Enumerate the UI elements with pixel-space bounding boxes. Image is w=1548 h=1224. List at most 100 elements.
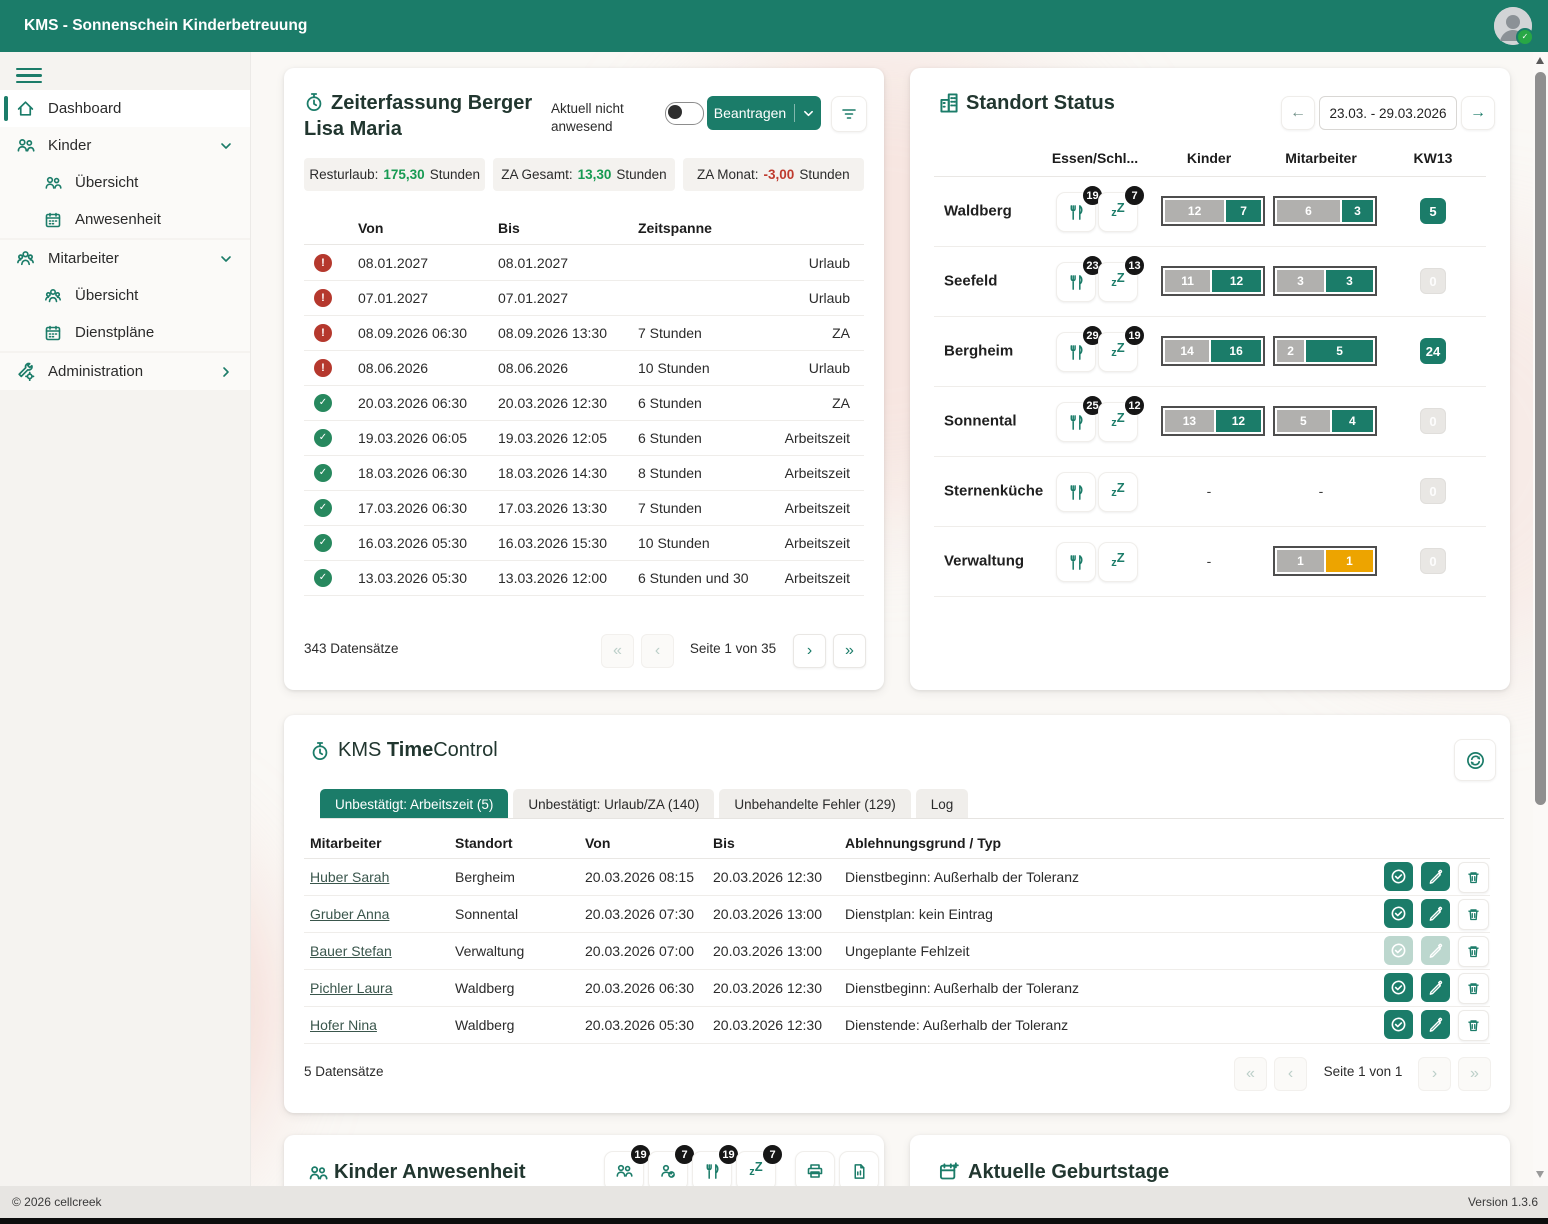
last-page-icon[interactable]: » bbox=[833, 634, 866, 668]
beantragen-button[interactable]: Beantragen bbox=[707, 96, 821, 130]
delete-button[interactable] bbox=[1458, 1010, 1489, 1041]
edit-button[interactable] bbox=[1421, 899, 1450, 928]
approve-button[interactable] bbox=[1384, 899, 1413, 928]
sidebar-item-administration[interactable]: Administration bbox=[0, 353, 250, 390]
anwesenheit-title: Kinder Anwesenheit bbox=[334, 1161, 526, 1184]
sidebar-item-kinder-uebersicht[interactable]: Übersicht bbox=[0, 164, 250, 201]
table-row[interactable]: ✓16.03.2026 05:3016.03.2026 15:3010 Stun… bbox=[304, 525, 864, 561]
tab-unbehandelte-fehler[interactable]: Unbehandelte Fehler (129) bbox=[719, 789, 910, 819]
fork-knife-icon bbox=[704, 1163, 721, 1180]
employee-link[interactable]: Gruber Anna bbox=[310, 906, 389, 922]
document-icon bbox=[851, 1163, 868, 1180]
sleep-count-button[interactable]: zZ bbox=[1098, 472, 1138, 512]
scroll-up-icon[interactable] bbox=[1536, 57, 1544, 64]
bottom-edge bbox=[0, 1218, 1548, 1224]
tab-unbestaetigt-arbeitszeit[interactable]: Unbestätigt: Arbeitszeit (5) bbox=[320, 789, 508, 819]
scrollbar-thumb[interactable] bbox=[1535, 72, 1546, 805]
standort-row: Bergheim 29 zZ19 1416 25 24 bbox=[934, 316, 1486, 387]
next-page-icon[interactable]: › bbox=[793, 634, 826, 668]
table-row[interactable]: !08.01.202708.01.2027Urlaub bbox=[304, 245, 864, 281]
kw-badge: 24 bbox=[1420, 338, 1446, 364]
presence-toggle[interactable] bbox=[665, 102, 704, 125]
sidebar-item-mitarbeiter-uebersicht[interactable]: Übersicht bbox=[0, 277, 250, 314]
timecontrol-table-header: Mitarbeiter Standort Von Bis Ablehnungsg… bbox=[304, 827, 1490, 859]
approve-button[interactable] bbox=[1384, 862, 1413, 891]
online-status-dot: ✓ bbox=[1516, 28, 1534, 46]
sleep-count-button[interactable]: zZ13 bbox=[1098, 262, 1138, 302]
first-page-icon[interactable]: « bbox=[1234, 1057, 1267, 1091]
table-row[interactable]: ✓19.03.2026 06:0519.03.2026 12:056 Stund… bbox=[304, 420, 864, 456]
delete-button[interactable] bbox=[1458, 899, 1489, 930]
tab-log[interactable]: Log bbox=[916, 789, 969, 819]
dashboard-page: KMS - Sonnenschein Kinderbetreuung ✓ Das… bbox=[0, 0, 1548, 1224]
stat-za-monat: ZA Monat:-3,00Stunden bbox=[683, 158, 864, 191]
count-badge: 19 bbox=[1124, 325, 1145, 346]
meal-count-button[interactable]: 25 bbox=[1056, 402, 1096, 442]
edit-button[interactable] bbox=[1421, 1010, 1450, 1039]
date-range-picker[interactable]: 23.03. - 29.03.2026 bbox=[1319, 96, 1457, 130]
prev-page-icon[interactable]: ‹ bbox=[641, 634, 674, 668]
table-row[interactable]: ✓13.03.2026 05:3013.03.2026 12:006 Stund… bbox=[304, 560, 864, 596]
delete-button[interactable] bbox=[1458, 862, 1489, 893]
confirmed-count-button[interactable]: 7 bbox=[648, 1151, 688, 1191]
record-count: 343 Datensätze bbox=[304, 641, 399, 656]
employee-link[interactable]: Pichler Laura bbox=[310, 980, 393, 996]
meal-count-button[interactable]: 29 bbox=[1056, 332, 1096, 372]
refresh-button[interactable] bbox=[1454, 739, 1496, 781]
user-avatar[interactable]: ✓ bbox=[1494, 7, 1532, 45]
column-bis: Bis bbox=[713, 835, 735, 851]
menu-toggle-icon[interactable] bbox=[16, 64, 42, 84]
staff-group-icon bbox=[16, 249, 35, 268]
approve-button[interactable] bbox=[1384, 1010, 1413, 1039]
meal-count-button[interactable] bbox=[1056, 542, 1096, 582]
scroll-down-icon[interactable] bbox=[1536, 1171, 1544, 1178]
prev-week-button[interactable]: ← bbox=[1281, 96, 1315, 130]
vertical-scrollbar[interactable] bbox=[1533, 52, 1548, 1186]
sleep-count-button[interactable]: zZ19 bbox=[1098, 332, 1138, 372]
table-row[interactable]: ✓17.03.2026 06:3017.03.2026 13:307 Stund… bbox=[304, 490, 864, 526]
sidebar-item-kinder[interactable]: Kinder bbox=[0, 127, 250, 164]
printer-icon bbox=[806, 1162, 824, 1180]
employee-link[interactable]: Hofer Nina bbox=[310, 1017, 377, 1033]
prev-page-icon[interactable]: ‹ bbox=[1274, 1057, 1307, 1091]
sleep-count-button[interactable]: zZ12 bbox=[1098, 402, 1138, 442]
sleep-count-button[interactable]: zZ7 bbox=[736, 1151, 776, 1191]
sidebar-item-dienstplaene[interactable]: Dienstpläne bbox=[0, 314, 250, 351]
edit-button[interactable] bbox=[1421, 973, 1450, 1002]
sleep-count-button[interactable]: zZ bbox=[1098, 542, 1138, 582]
toggle-knob bbox=[668, 105, 682, 119]
sidebar-item-dashboard[interactable]: Dashboard bbox=[0, 90, 250, 127]
table-row[interactable]: ✓20.03.2026 06:3020.03.2026 12:306 Stund… bbox=[304, 385, 864, 421]
sidebar-item-mitarbeiter[interactable]: Mitarbeiter bbox=[0, 240, 250, 277]
next-page-icon[interactable]: › bbox=[1418, 1057, 1451, 1091]
delete-button[interactable] bbox=[1458, 973, 1489, 1004]
employee-link[interactable]: Bauer Stefan bbox=[310, 943, 392, 959]
last-page-icon[interactable]: » bbox=[1458, 1057, 1491, 1091]
table-row[interactable]: ✓18.03.2026 06:3018.03.2026 14:308 Stund… bbox=[304, 455, 864, 491]
sleep-count-button[interactable]: zZ7 bbox=[1098, 192, 1138, 232]
print-button[interactable] bbox=[795, 1151, 835, 1191]
kw-badge: 0 bbox=[1420, 478, 1446, 504]
meal-count-button[interactable]: 19 bbox=[692, 1151, 732, 1191]
table-row[interactable]: !07.01.202707.01.2027Urlaub bbox=[304, 280, 864, 316]
approve-button[interactable] bbox=[1384, 973, 1413, 1002]
filter-button[interactable] bbox=[831, 96, 867, 132]
meal-count-button[interactable]: 23 bbox=[1056, 262, 1096, 302]
tab-unbestaetigt-urlaub-za[interactable]: Unbestätigt: Urlaub/ZA (140) bbox=[513, 789, 714, 819]
edit-button[interactable] bbox=[1421, 862, 1450, 891]
children-icon bbox=[44, 174, 62, 192]
sidebar-item-anwesenheit[interactable]: Anwesenheit bbox=[0, 201, 250, 238]
standort-status-card: Standort Status ← 23.03. - 29.03.2026 → … bbox=[910, 68, 1510, 690]
meal-count-button[interactable]: 19 bbox=[1056, 192, 1096, 232]
group-count-button[interactable]: 19 bbox=[604, 1151, 644, 1191]
report-button[interactable] bbox=[839, 1151, 879, 1191]
version-text: Version 1.3.6 bbox=[1468, 1186, 1538, 1218]
delete-button[interactable] bbox=[1458, 936, 1489, 967]
meal-count-button[interactable] bbox=[1056, 472, 1096, 512]
table-row[interactable]: !08.09.2026 06:3008.09.2026 13:307 Stund… bbox=[304, 315, 864, 351]
employee-link[interactable]: Huber Sarah bbox=[310, 869, 389, 885]
sidebar-item-label: Übersicht bbox=[75, 174, 138, 191]
next-week-button[interactable]: → bbox=[1461, 96, 1495, 130]
table-row[interactable]: !08.06.202608.06.202610 StundenUrlaub bbox=[304, 350, 864, 386]
first-page-icon[interactable]: « bbox=[601, 634, 634, 668]
